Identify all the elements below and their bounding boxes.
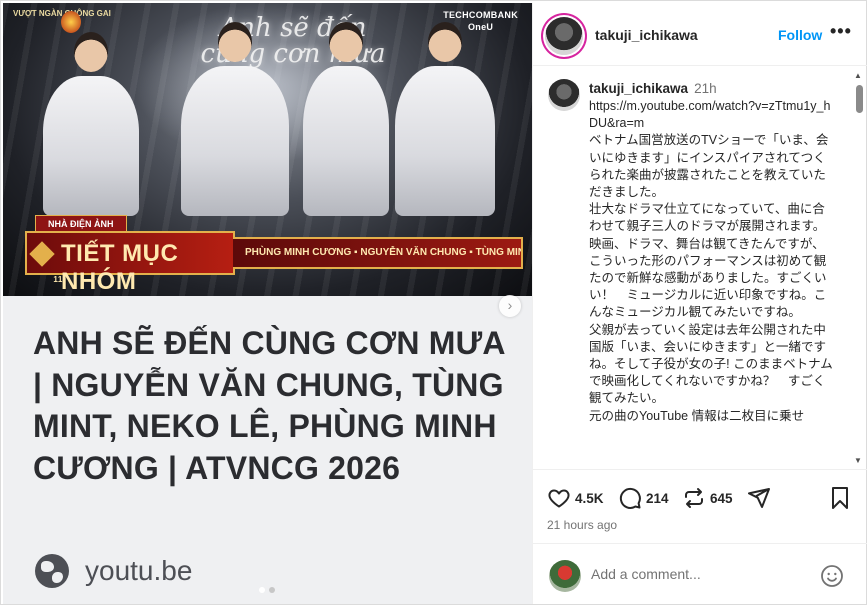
performer-head <box>218 22 252 62</box>
caption-link[interactable]: https://m.youtube.com/watch?v=zTtmu1y_hD… <box>589 98 833 132</box>
performer-figure <box>395 22 495 216</box>
caption-paragraph: ベトナム国営放送のTVショーで「いま、会いにゆきます」にインスパイアされてつくら… <box>589 133 829 200</box>
performer-head <box>329 22 363 62</box>
add-comment-row <box>533 543 867 604</box>
link-preview-title[interactable]: ANH SẼ ĐẾN CÙNG CƠN MƯA | NGUYỄN VĂN CHU… <box>33 323 513 489</box>
like-button[interactable]: 4.5K <box>547 486 604 510</box>
send-icon <box>748 488 770 508</box>
post-media[interactable]: VƯỢT NGÀN CHÔNG GAI TECHCOMBANK OneU Anh… <box>3 3 532 604</box>
comment-input[interactable] <box>591 566 811 582</box>
comment-button[interactable]: 214 <box>618 486 669 510</box>
banner-title: TIẾT MỤC NHÓM <box>61 240 179 295</box>
banner-number: 11 <box>29 241 63 284</box>
post-timestamp[interactable]: 21 hours ago <box>547 518 617 532</box>
banner-main: 11 TIẾT MỤC NHÓM <box>25 231 235 295</box>
post-dialog: VƯỢT NGÀN CHÔNG GAI TECHCOMBANK OneU Anh… <box>0 0 867 605</box>
follow-button[interactable]: Follow <box>778 27 822 43</box>
caption-header: takuji_ichikawa 21h <box>589 81 717 96</box>
banner-performers: PHÙNG MINH CƯƠNG ▪ NGUYỄN VĂN CHUNG ▪ TÙ… <box>233 237 523 269</box>
like-count: 4.5K <box>575 490 604 506</box>
caption-paragraph: 壮大なドラマ仕立てになっていて、曲に合わせて親子三人のドラマが展開されます。 <box>589 202 826 234</box>
scroll-down-icon[interactable]: ▼ <box>854 456 862 465</box>
comment-icon <box>619 487 641 509</box>
show-logo-badge-icon <box>61 11 81 33</box>
caption-text: https://m.youtube.com/watch?v=zTtmu1y_hD… <box>589 98 833 425</box>
caption-paragraph: 父親が去っていく設定は去年公開された中国版「いま、会いにゆきます」と一緒ですね。… <box>589 322 833 406</box>
caption-username[interactable]: takuji_ichikawa <box>589 81 688 96</box>
chevron-right-icon: › <box>507 297 513 313</box>
post-side-panel: takuji_ichikawa Follow ••• takuji_ichika… <box>532 3 867 604</box>
caption-avatar[interactable] <box>548 79 580 111</box>
author-avatar[interactable] <box>545 17 583 55</box>
caption-area[interactable]: takuji_ichikawa 21h https://m.youtube.com… <box>533 67 867 469</box>
action-bar: 4.5K 214 645 21 hours ago <box>533 469 867 543</box>
performer-head <box>428 22 462 62</box>
viewer-avatar <box>549 560 581 592</box>
bookmark-icon <box>832 487 848 509</box>
repost-button[interactable]: 645 <box>682 486 733 510</box>
globe-icon <box>35 554 69 588</box>
performer-head <box>74 32 108 72</box>
link-preview-domain[interactable]: youtu.be <box>35 553 192 589</box>
comment-count: 214 <box>646 490 669 506</box>
performer-figure <box>303 22 389 216</box>
scroll-up-icon[interactable]: ▲ <box>854 71 862 80</box>
performer-figure <box>181 22 289 216</box>
link-domain-text: youtu.be <box>85 555 193 586</box>
heart-icon <box>548 489 570 508</box>
sponsor-name: TECHCOMBANK <box>443 10 518 20</box>
caption-paragraph: 元の曲のYouTube 情報は二枚目に乗せ <box>589 408 805 423</box>
scrollbar-thumb[interactable] <box>856 85 863 113</box>
performance-banner: NHÀ ĐIỆN ẢNH 11 TIẾT MỤC NHÓM PHÙNG MINH… <box>25 215 525 295</box>
carousel-dots <box>259 587 275 593</box>
next-media-button[interactable]: › <box>499 295 521 317</box>
carousel-dot-active <box>259 587 265 593</box>
post-header: takuji_ichikawa Follow ••• <box>533 3 867 66</box>
carousel-dot <box>269 587 275 593</box>
repost-icon <box>685 488 703 508</box>
show-logo: VƯỢT NGÀN CHÔNG GAI <box>13 9 123 37</box>
share-button[interactable] <box>747 486 771 510</box>
performer-figure <box>43 32 139 216</box>
save-button[interactable] <box>829 486 851 510</box>
more-options-icon[interactable]: ••• <box>830 21 852 42</box>
video-thumbnail[interactable]: VƯỢT NGÀN CHÔNG GAI TECHCOMBANK OneU Anh… <box>3 3 532 296</box>
caption-time: 21h <box>694 81 717 96</box>
caption-scrollbar[interactable]: ▲ ▼ <box>853 71 866 465</box>
caption-paragraph: 映画、ドラマ、舞台は観てきたんですが、こういった形のパフォーマンスは初めて観たの… <box>589 236 827 320</box>
author-username[interactable]: takuji_ichikawa <box>595 27 698 43</box>
repost-count: 645 <box>710 490 733 506</box>
emoji-icon[interactable] <box>820 564 844 588</box>
